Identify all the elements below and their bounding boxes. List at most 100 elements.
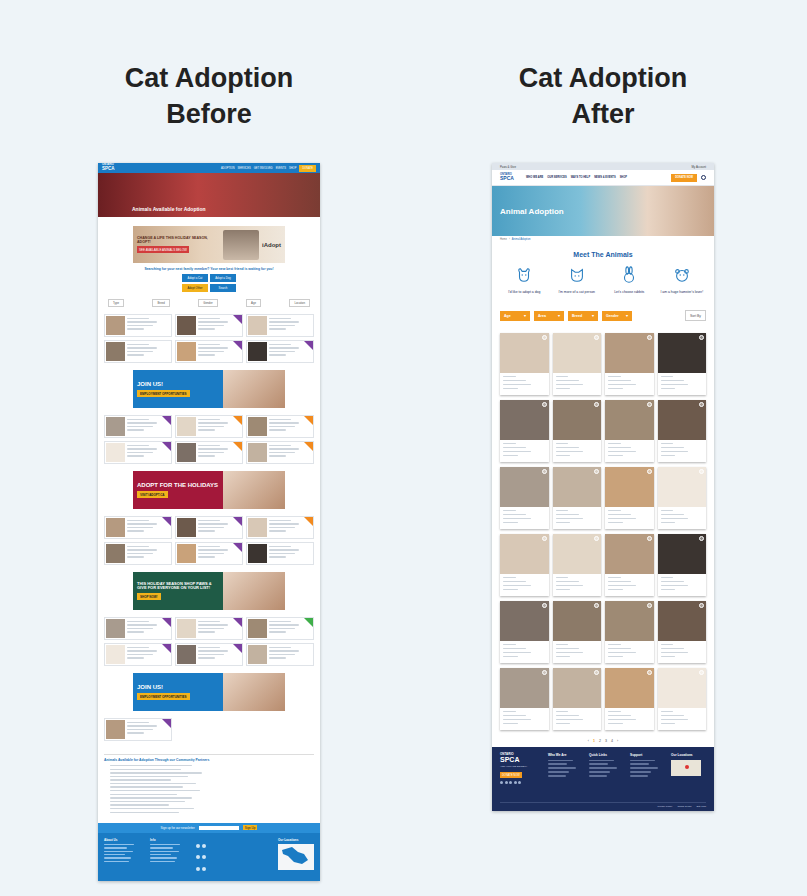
filter-select[interactable]: Gender [198, 299, 217, 307]
heart-icon[interactable] [542, 335, 547, 340]
social-icon[interactable] [196, 855, 200, 859]
heart-icon[interactable] [647, 469, 652, 474]
banner-button[interactable]: EMPLOYMENT OPPORTUNITIES [137, 390, 190, 397]
category-item[interactable]: I'd like to adopt a dog [500, 266, 549, 294]
pet-card[interactable] [104, 340, 172, 363]
nav-link[interactable]: ADOPTION [221, 167, 235, 170]
account-link[interactable]: My Account [692, 165, 706, 169]
pet-card[interactable] [246, 542, 314, 565]
nav-link[interactable]: NEWS & EVENTS [594, 176, 615, 179]
pet-card[interactable] [658, 400, 707, 462]
pet-card[interactable] [175, 643, 243, 666]
page-link[interactable]: 2 [598, 739, 602, 743]
social-icon[interactable] [196, 844, 200, 848]
pet-card[interactable] [500, 467, 549, 529]
newsletter-button[interactable]: Sign Up [243, 825, 258, 830]
pet-card[interactable] [104, 617, 172, 640]
footer-link[interactable]: Terms of Use [677, 805, 691, 808]
breadcrumb-item[interactable]: Home [500, 238, 507, 241]
filter-dropdown[interactable]: Area▾ [534, 311, 564, 321]
promo-banner[interactable]: CHANGE A LIFE THIS HOLIDAY SEASON, ADOPT… [133, 226, 285, 263]
filter-select[interactable]: Type [108, 299, 124, 307]
heart-icon[interactable] [594, 469, 599, 474]
heart-icon[interactable] [594, 603, 599, 608]
banner-button[interactable]: VISIT IADOPT.CA [137, 491, 168, 498]
social-icon[interactable] [500, 781, 503, 784]
page-link[interactable]: › [616, 739, 619, 743]
heart-icon[interactable] [647, 670, 652, 675]
category-button[interactable]: Adopt Other [182, 284, 208, 292]
heart-icon[interactable] [699, 670, 704, 675]
page-link[interactable]: 1 [592, 739, 596, 743]
pet-card[interactable] [500, 534, 549, 596]
heart-icon[interactable] [542, 536, 547, 541]
pet-card[interactable] [104, 441, 172, 464]
heart-icon[interactable] [647, 335, 652, 340]
pet-card[interactable] [553, 668, 602, 730]
pet-card[interactable] [553, 400, 602, 462]
filter-dropdown[interactable]: Age▾ [500, 311, 530, 321]
pet-card[interactable] [553, 467, 602, 529]
pet-card[interactable] [553, 333, 602, 395]
nav-link[interactable]: SERVICES [238, 167, 251, 170]
category-item[interactable]: I am a huge hamster's lover! [658, 266, 707, 294]
pet-card[interactable] [175, 415, 243, 438]
pet-card[interactable] [553, 534, 602, 596]
nav-link[interactable]: OUR SERVICES [547, 176, 567, 179]
heart-icon[interactable] [699, 603, 704, 608]
social-icon[interactable] [202, 867, 206, 871]
pet-card[interactable] [605, 601, 654, 663]
heart-icon[interactable] [699, 469, 704, 474]
nav-link[interactable]: GET INVOLVED [254, 167, 273, 170]
pet-card[interactable] [658, 668, 707, 730]
pet-card[interactable] [246, 617, 314, 640]
nav-link[interactable]: WAYS TO HELP [571, 176, 590, 179]
heart-icon[interactable] [542, 402, 547, 407]
heart-icon[interactable] [594, 335, 599, 340]
pet-card[interactable] [246, 415, 314, 438]
pet-card[interactable] [658, 601, 707, 663]
heart-icon[interactable] [542, 670, 547, 675]
nav-link[interactable]: SHOP [289, 167, 296, 170]
donate-button[interactable]: DONATE NOW [671, 174, 697, 182]
pet-card[interactable] [658, 333, 707, 395]
category-button[interactable]: Adopt a Cat [182, 274, 208, 282]
pet-card[interactable] [246, 441, 314, 464]
banner-button[interactable]: SHOP NOW! [137, 593, 161, 600]
social-icon[interactable] [514, 781, 517, 784]
footer-link[interactable]: Site Map [697, 805, 706, 808]
nav-link[interactable]: SHOP [620, 176, 627, 179]
category-button[interactable]: Search [210, 284, 236, 292]
breadcrumb-item[interactable]: Animal Adoption [512, 238, 531, 241]
utility-text[interactable]: Paws & Give [500, 165, 516, 169]
pet-card[interactable] [175, 340, 243, 363]
heart-icon[interactable] [699, 402, 704, 407]
pet-card[interactable] [658, 467, 707, 529]
footer-donate-button[interactable]: DONATE NOW [500, 772, 522, 778]
social-icon[interactable] [509, 781, 512, 784]
social-icon[interactable] [202, 844, 206, 848]
logo[interactable]: ONTARIOSPCA [500, 174, 514, 182]
promo-button[interactable]: SEE AVAILABLE ANIMALS BELOW [137, 246, 189, 253]
nav-link[interactable]: EVENTS [276, 167, 286, 170]
search-icon[interactable] [701, 175, 706, 180]
heart-icon[interactable] [542, 603, 547, 608]
ad-banner[interactable]: JOIN US!EMPLOYMENT OPPORTUNITIES [133, 673, 285, 711]
heart-icon[interactable] [699, 536, 704, 541]
pet-card[interactable] [104, 415, 172, 438]
pet-card[interactable] [175, 542, 243, 565]
nav-link[interactable]: WHO WE ARE [526, 176, 543, 179]
pet-card[interactable] [104, 516, 172, 539]
heart-icon[interactable] [594, 402, 599, 407]
pet-card[interactable] [658, 534, 707, 596]
pet-card[interactable] [500, 601, 549, 663]
pet-card[interactable] [175, 617, 243, 640]
heart-icon[interactable] [594, 670, 599, 675]
pet-card[interactable] [104, 718, 172, 741]
social-icon[interactable] [202, 855, 206, 859]
page-link[interactable]: 3 [604, 739, 608, 743]
pet-card[interactable] [246, 516, 314, 539]
filter-select[interactable]: Location [289, 299, 310, 307]
pet-card[interactable] [605, 333, 654, 395]
filter-select[interactable]: Breed [152, 299, 169, 307]
